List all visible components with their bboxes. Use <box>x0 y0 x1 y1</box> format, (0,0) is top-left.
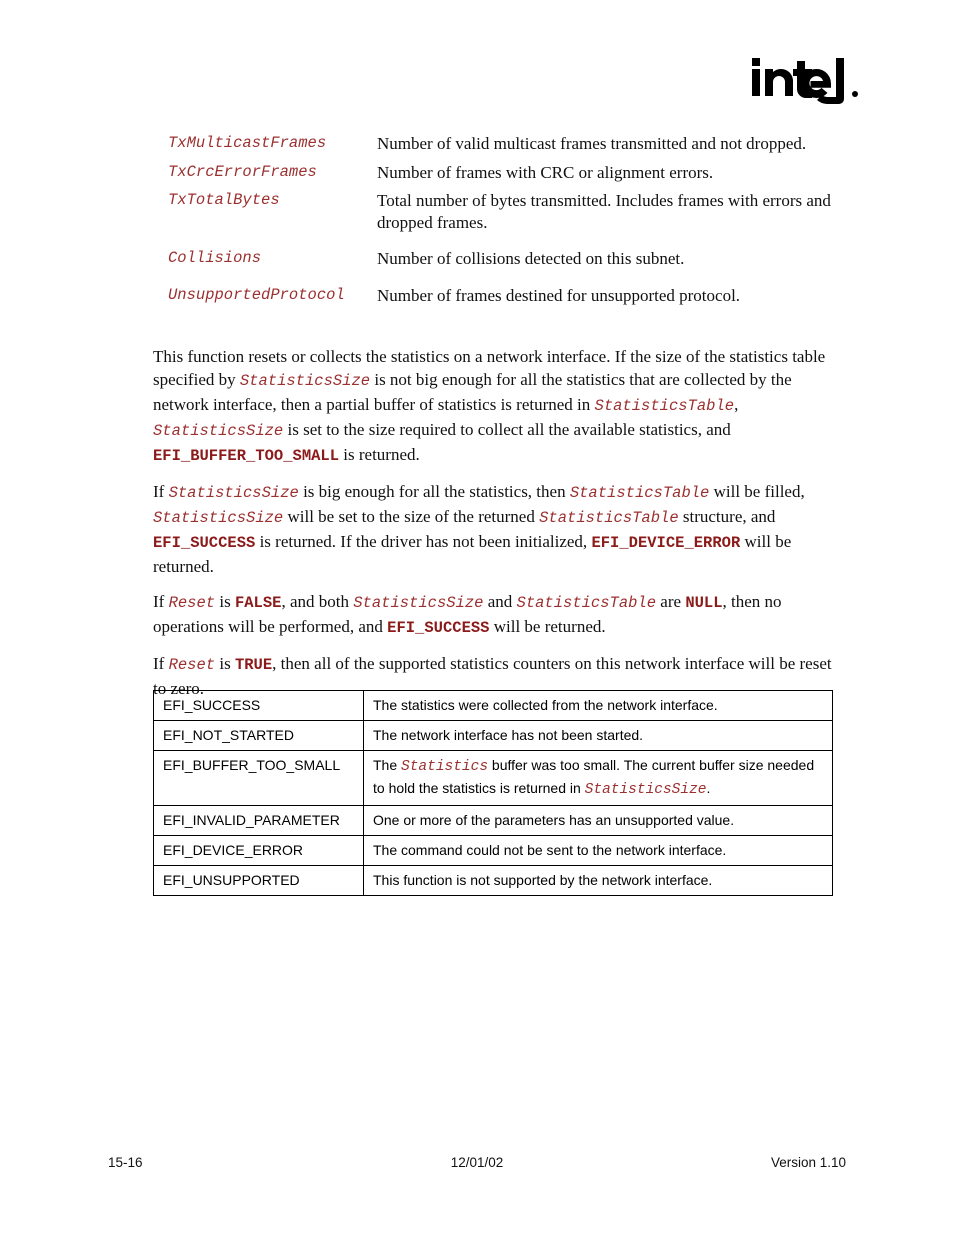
status-code-cell: EFI_BUFFER_TOO_SMALL <box>153 750 364 806</box>
status-code-cell: EFI_NOT_STARTED <box>153 720 364 751</box>
code-term: StatisticsSize <box>353 594 484 612</box>
definition-term: TxTotalBytes <box>168 191 280 209</box>
definition-term: TxMulticastFrames <box>168 134 327 152</box>
status-description-cell: The Statistics buffer was too small. The… <box>363 750 833 806</box>
code-term: StatisticsSize <box>168 484 299 502</box>
definition-row: TxMulticastFrames Number of valid multica… <box>153 133 843 155</box>
definition-description: Total number of bytes transmitted. Inclu… <box>377 191 831 232</box>
definition-term: TxCrcErrorFrames <box>168 162 317 181</box>
code-constant: EFI_DEVICE_ERROR <box>591 534 741 552</box>
para-2: If StatisticsSize is big enough for all … <box>153 482 805 576</box>
status-description-cell: The network interface has not been start… <box>363 720 833 751</box>
page-footer: 15-16 12/01/02 Version 1.10 <box>0 1155 954 1177</box>
code-term: Reset <box>168 656 216 674</box>
definition-row: UnsupportedProtocol Number of frames dest… <box>153 285 843 307</box>
definition-row: TxTotalBytes Total number of bytes transm… <box>153 190 843 233</box>
code-constant: NULL <box>685 594 723 612</box>
status-description-cell: This function is not supported by the ne… <box>363 865 833 896</box>
code-term: StatisticsSize <box>239 372 371 390</box>
code-term: StatisticsSize <box>153 422 284 440</box>
status-code-table-wrapper: EFI_SUCCESS The statistics were collected… <box>153 690 833 896</box>
definition-description: Number of valid multicast frames transmi… <box>377 134 807 153</box>
status-code-cell: EFI_UNSUPPORTED <box>153 865 364 896</box>
code-term: Statistics <box>401 759 489 775</box>
code-term: StatisticsSize <box>153 509 284 527</box>
definition-term: Collisions <box>168 249 262 267</box>
status-code-cell: EFI_DEVICE_ERROR <box>153 835 364 866</box>
table-row: EFI_DEVICE_ERROR The command could not be… <box>153 835 833 866</box>
status-description-cell: The statistics were collected from the n… <box>363 690 833 721</box>
status-description-cell: The command could not be sent to the net… <box>363 835 833 866</box>
status-description-cell: One or more of the parameters has an uns… <box>363 805 833 836</box>
code-term: Reset <box>168 594 216 612</box>
code-constant: EFI_BUFFER_TOO_SMALL <box>153 447 340 465</box>
para-1: This function resets or collects the sta… <box>153 347 826 465</box>
definition-description: Number of frames destined for unsupporte… <box>377 285 741 305</box>
code-term: StatisticsTable <box>569 484 710 502</box>
status-code-cell: EFI_INVALID_PARAMETER <box>153 805 364 836</box>
code-constant: EFI_SUCCESS <box>387 619 490 637</box>
code-constant: FALSE <box>234 594 282 612</box>
code-constant: EFI_SUCCESS <box>153 534 256 552</box>
table-row: EFI_INVALID_PARAMETER One or more of the … <box>153 805 833 836</box>
footer-version: Version 1.10 <box>770 1155 846 1170</box>
status-code-table-body: EFI_SUCCESS The statistics were collected… <box>153 690 833 896</box>
table-row: EFI_UNSUPPORTED This function is not supp… <box>153 865 833 896</box>
definition-description: Number of frames with CRC or alignment e… <box>377 162 714 182</box>
definition-description: Number of collisions detected on this su… <box>377 249 685 268</box>
definition-row: Collisions Number of collisions detected … <box>153 248 843 270</box>
definition-term: UnsupportedProtocol <box>168 285 345 304</box>
definition-list: TxMulticastFrames Number of valid multica… <box>153 133 843 313</box>
body-text-block: This function resets or collects the sta… <box>153 345 839 700</box>
status-code-cell: EFI_SUCCESS <box>153 690 364 721</box>
definition-row: TxCrcErrorFrames Number of frames with CR… <box>153 162 843 184</box>
table-row: EFI_BUFFER_TOO_SMALL The Statistics buffe… <box>153 750 833 806</box>
para-3: If Reset is FALSE, and both StatisticsSi… <box>153 592 782 637</box>
code-term: StatisticsTable <box>539 509 679 527</box>
intel-logo-icon <box>752 58 858 104</box>
table-row: EFI_SUCCESS The statistics were collected… <box>153 690 833 721</box>
status-code-table: EFI_SUCCESS The statistics were collected… <box>153 690 833 896</box>
code-term: StatisticsSize <box>584 782 707 798</box>
code-term: StatisticsTable <box>516 594 657 612</box>
table-row: EFI_NOT_STARTED The network interface has… <box>153 720 833 751</box>
code-term: StatisticsTable <box>594 397 735 415</box>
intel-logo <box>748 52 868 108</box>
code-constant: TRUE <box>234 656 273 674</box>
